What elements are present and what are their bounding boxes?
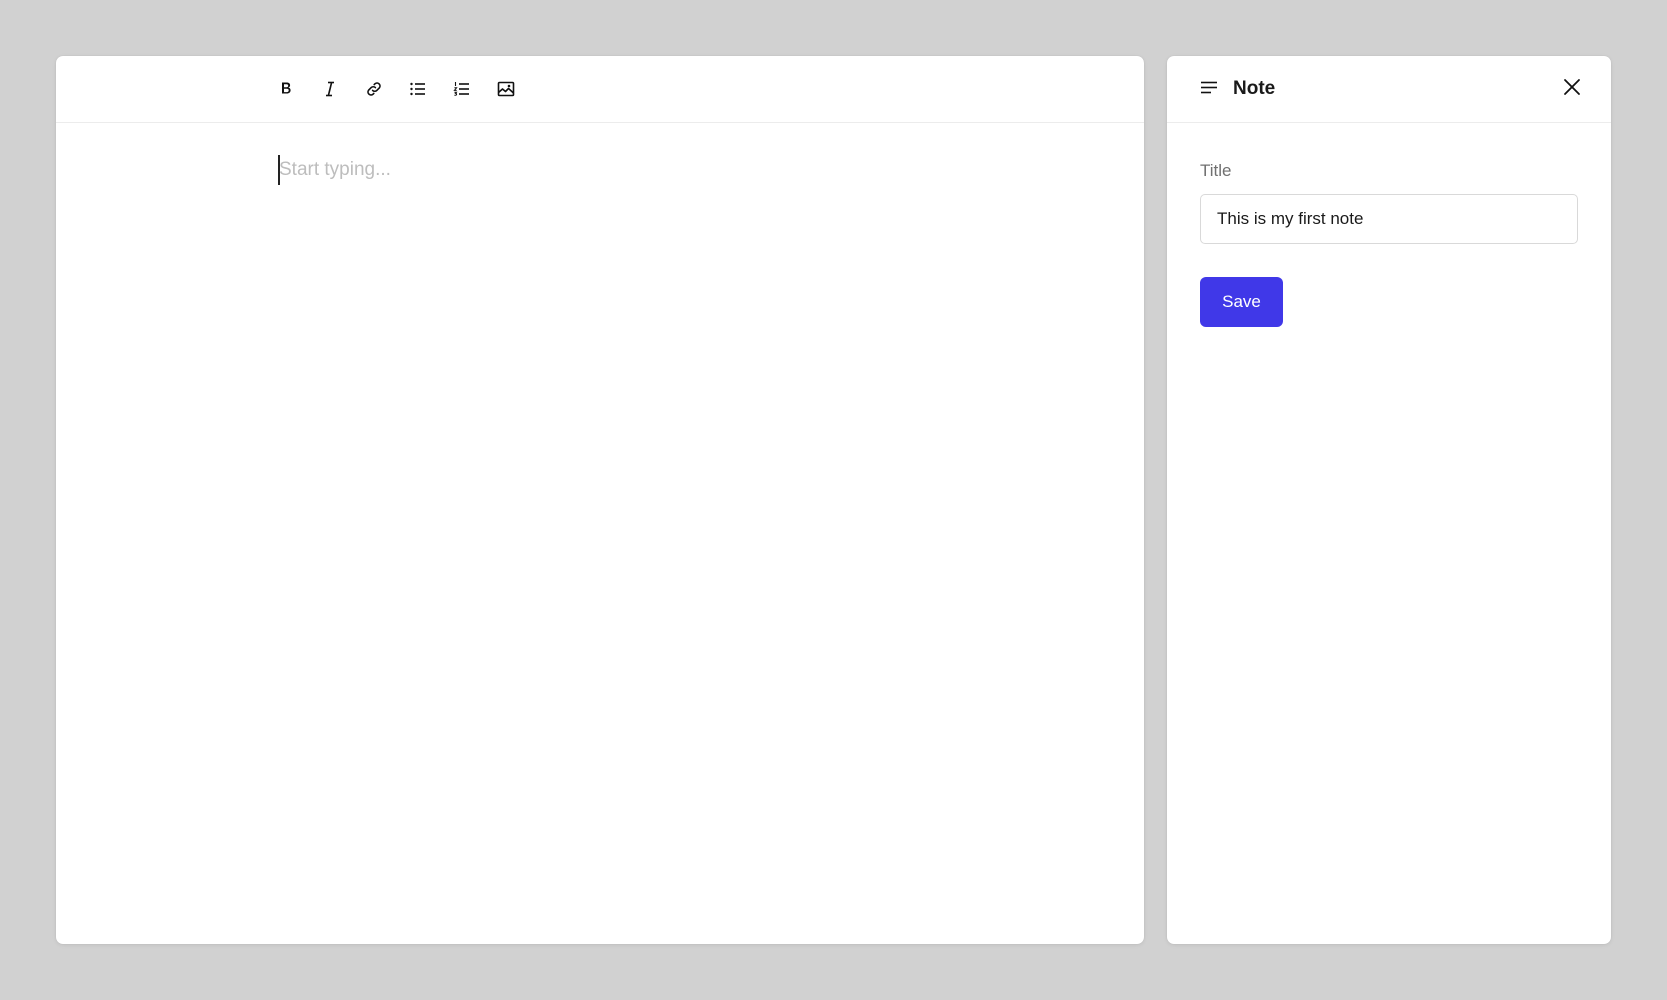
link-icon (365, 80, 383, 98)
title-input[interactable] (1200, 194, 1578, 244)
side-panel-body: Title Save (1167, 123, 1611, 327)
editor-panel: Start typing... (56, 56, 1144, 944)
editor-text-area[interactable]: Start typing... (278, 155, 918, 895)
numbered-list-icon (453, 80, 471, 98)
formatting-buttons (268, 72, 524, 106)
italic-icon (321, 80, 339, 98)
italic-button[interactable] (312, 72, 348, 106)
bullet-list-icon (409, 80, 427, 98)
image-icon (497, 80, 515, 98)
bold-button[interactable] (268, 72, 304, 106)
numbered-list-button[interactable] (444, 72, 480, 106)
bold-icon (277, 80, 295, 98)
menu-lines-icon (1200, 80, 1218, 98)
link-button[interactable] (356, 72, 392, 106)
image-button[interactable] (488, 72, 524, 106)
save-button[interactable]: Save (1200, 277, 1283, 327)
note-side-panel: Note Title Save (1167, 56, 1611, 944)
editor-placeholder: Start typing... (279, 159, 391, 180)
side-panel-title: Note (1233, 78, 1276, 99)
side-panel-header: Note (1167, 56, 1611, 123)
close-button[interactable] (1557, 74, 1587, 104)
editor-body: Start typing... (56, 123, 1144, 943)
close-icon (1563, 78, 1581, 101)
title-field-label: Title (1200, 161, 1232, 180)
editor-toolbar (56, 56, 1144, 123)
bullet-list-button[interactable] (400, 72, 436, 106)
